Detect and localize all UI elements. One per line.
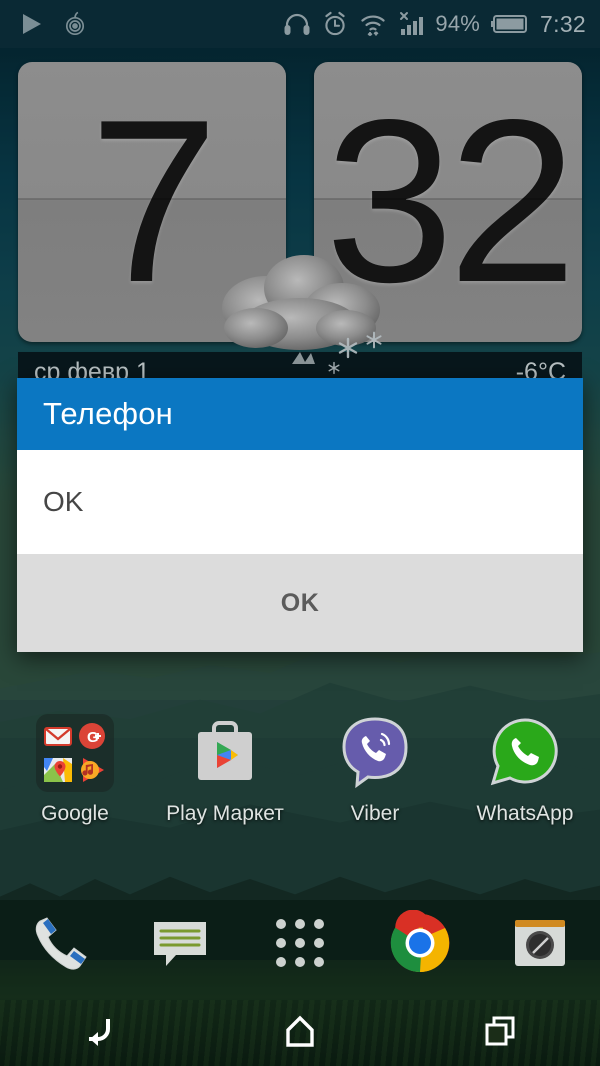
battery-icon	[491, 15, 528, 33]
dock	[0, 900, 600, 986]
home-icon	[286, 1015, 314, 1047]
status-bar-clock: 7:32	[540, 10, 586, 37]
dock-item-chrome[interactable]	[360, 910, 480, 976]
folder-icon-grid: G	[43, 721, 107, 785]
app-label-play-market: Play Маркет	[166, 802, 284, 825]
camera-icon	[515, 920, 565, 966]
google-maps-icon	[44, 758, 72, 782]
play-store-icon[interactable]	[186, 714, 264, 792]
phone-alert-dialog: Телефон OK OK	[17, 378, 583, 652]
dock-item-app-drawer[interactable]	[240, 919, 360, 967]
whatsapp-icon[interactable]	[486, 714, 564, 792]
back-icon	[89, 1019, 110, 1046]
snow-cloud-icon	[222, 255, 382, 375]
app-item-whatsapp[interactable]: WhatsApp	[450, 714, 600, 842]
status-bar-left-icons	[18, 11, 88, 37]
nav-recents-button[interactable]	[400, 1009, 600, 1053]
nav-home-button[interactable]	[200, 1009, 400, 1053]
home-app-row: G Google Play Маркет Viber WhatsApp	[0, 714, 600, 842]
dialog-header: Телефон	[17, 378, 583, 450]
dock-item-messages[interactable]	[120, 910, 240, 976]
app-item-play-market[interactable]: Play Маркет	[150, 714, 300, 842]
wifi-icon	[361, 15, 385, 37]
status-bar-right-icons: 94% 7:32	[283, 11, 586, 38]
navigation-bar	[0, 996, 600, 1066]
google-folder-icon[interactable]: G	[36, 714, 114, 792]
app-drawer-icon	[276, 919, 324, 967]
alarm-clock-icon	[325, 11, 346, 36]
nav-back-button[interactable]	[0, 1009, 200, 1053]
battery-percent-label: 94%	[435, 11, 481, 36]
dialog-message: OK	[43, 486, 84, 517]
messages-icon	[154, 922, 206, 966]
app-label-google: Google	[41, 802, 109, 825]
google-plus-icon: G	[79, 723, 105, 749]
dock-item-camera[interactable]	[480, 910, 600, 976]
headphones-icon	[284, 13, 310, 35]
app-label-viber: Viber	[350, 802, 400, 825]
phone-icon	[35, 917, 87, 970]
svg-text:G: G	[87, 729, 99, 746]
app-item-viber[interactable]: Viber	[300, 714, 450, 842]
app-label-whatsapp: WhatsApp	[476, 802, 574, 825]
tor-orbot-icon	[65, 11, 85, 36]
dialog-footer: OK	[17, 554, 583, 652]
no-sim-signal-icon	[400, 12, 424, 35]
dialog-title: Телефон	[43, 396, 174, 431]
android-home-screen: 94% 7:32 7 32 ср февр 1 -6°C Телефон OK …	[0, 0, 600, 1066]
dialog-ok-button[interactable]: OK	[241, 577, 360, 630]
play-music-icon	[81, 758, 104, 782]
dock-item-phone[interactable]	[0, 910, 120, 976]
viber-icon[interactable]	[336, 714, 414, 792]
chrome-icon	[390, 910, 450, 973]
app-item-google[interactable]: G Google	[0, 714, 150, 842]
status-bar[interactable]: 94% 7:32	[0, 0, 600, 48]
recents-icon	[485, 1016, 515, 1046]
media-play-icon	[23, 14, 41, 34]
gmail-icon	[44, 727, 72, 746]
dialog-body: OK	[17, 450, 583, 554]
